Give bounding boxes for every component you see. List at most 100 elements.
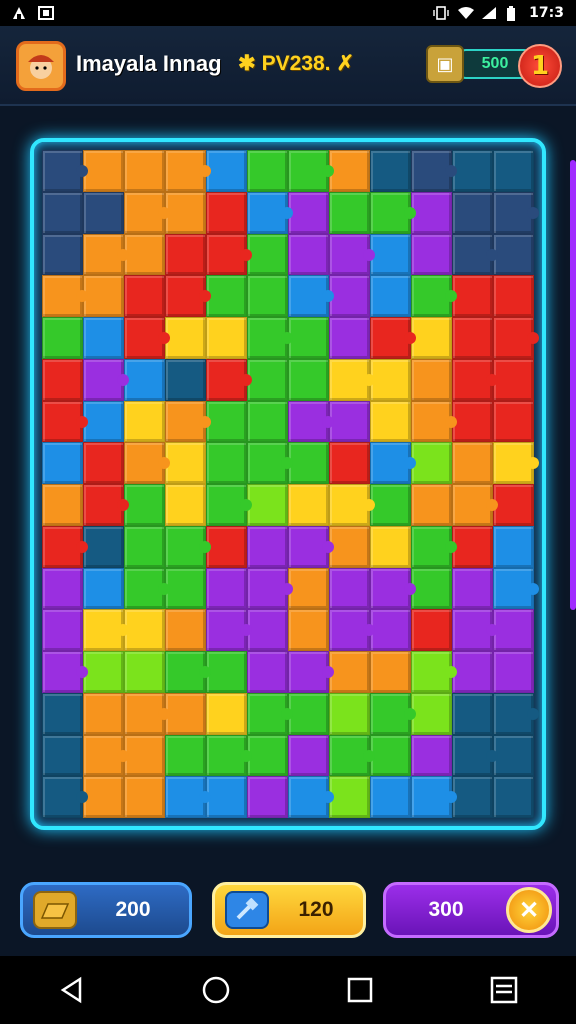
puzzle-piece[interactable] (411, 609, 452, 651)
puzzle-piece[interactable] (247, 400, 288, 443)
puzzle-piece[interactable] (124, 525, 165, 568)
recents-icon[interactable] (340, 970, 380, 1010)
level-badge[interactable]: 1 (518, 44, 562, 88)
puzzle-piece[interactable] (42, 609, 83, 651)
puzzle-piece[interactable] (247, 776, 288, 818)
puzzle-piece[interactable] (42, 358, 83, 401)
puzzle-piece[interactable] (206, 567, 247, 610)
puzzle-piece[interactable] (165, 442, 206, 484)
puzzle-piece[interactable] (288, 484, 329, 526)
puzzle-piece[interactable] (493, 776, 534, 818)
puzzle-piece[interactable] (493, 609, 534, 651)
puzzle-piece[interactable] (42, 233, 83, 276)
puzzle-piece[interactable] (124, 400, 165, 443)
puzzle-piece[interactable] (206, 525, 247, 568)
puzzle-piece[interactable] (288, 692, 329, 735)
puzzle-piece[interactable] (493, 734, 534, 777)
puzzle-piece[interactable] (370, 692, 416, 735)
puzzle-piece[interactable] (83, 734, 129, 777)
puzzle-piece[interactable] (370, 442, 416, 484)
puzzle-piece[interactable] (206, 692, 247, 735)
player-avatar[interactable] (16, 41, 66, 91)
puzzle-piece[interactable] (329, 567, 370, 610)
puzzle-piece[interactable] (124, 358, 165, 401)
puzzle-piece[interactable] (370, 191, 416, 234)
puzzle-piece[interactable] (370, 567, 416, 610)
puzzle-piece[interactable] (329, 651, 370, 693)
puzzle-piece[interactable] (329, 191, 370, 234)
puzzle-piece[interactable] (411, 442, 452, 484)
puzzle-piece[interactable] (452, 525, 493, 568)
puzzle-piece[interactable] (411, 191, 452, 234)
puzzle-piece[interactable] (493, 358, 534, 401)
puzzle-piece[interactable] (206, 734, 252, 777)
puzzle-piece[interactable] (329, 358, 375, 401)
puzzle-piece[interactable] (411, 567, 452, 610)
puzzle-piece[interactable] (329, 400, 370, 443)
puzzle-piece[interactable] (247, 692, 293, 735)
puzzle-piece[interactable] (370, 776, 411, 818)
puzzle-piece[interactable] (206, 609, 252, 651)
puzzle-piece[interactable] (452, 609, 498, 651)
puzzle-piece[interactable] (42, 484, 83, 526)
puzzle-piece[interactable] (452, 776, 493, 818)
puzzle-piece[interactable] (452, 484, 498, 526)
gems-button[interactable]: 300 ✕ (383, 882, 559, 938)
puzzle-piece[interactable] (452, 233, 498, 276)
puzzle-piece[interactable] (247, 233, 288, 276)
puzzle-piece[interactable] (452, 734, 498, 777)
puzzle-piece[interactable] (124, 191, 170, 234)
puzzle-piece[interactable] (165, 191, 206, 234)
puzzle-piece[interactable] (42, 191, 83, 234)
puzzle-piece[interactable] (411, 275, 457, 317)
puzzle-piece[interactable] (493, 525, 534, 568)
puzzle-piece[interactable] (452, 358, 498, 401)
puzzle-piece[interactable] (288, 776, 334, 818)
puzzle-piece[interactable] (42, 317, 83, 359)
puzzle-piece[interactable] (493, 651, 534, 693)
puzzle-piece[interactable] (452, 275, 493, 317)
puzzle-piece[interactable] (124, 317, 170, 359)
puzzle-piece[interactable] (42, 275, 88, 317)
puzzle-piece[interactable] (83, 317, 124, 359)
puzzle-piece[interactable] (329, 275, 370, 317)
puzzle-piece[interactable] (288, 525, 334, 568)
puzzle-piece[interactable] (370, 275, 411, 317)
puzzle-piece[interactable] (370, 734, 411, 777)
puzzle-piece[interactable] (288, 734, 329, 777)
puzzle-piece[interactable] (124, 275, 165, 317)
puzzle-piece[interactable] (165, 525, 211, 568)
puzzle-piece[interactable] (42, 734, 83, 777)
puzzle-piece[interactable] (165, 233, 206, 276)
puzzle-piece[interactable] (42, 776, 88, 818)
puzzle-piece[interactable] (83, 191, 124, 234)
puzzle-piece[interactable] (206, 776, 247, 818)
puzzle-piece[interactable] (493, 233, 534, 276)
puzzle-piece[interactable] (452, 400, 493, 443)
puzzle-piece[interactable] (124, 609, 165, 651)
puzzle-piece[interactable] (411, 776, 457, 818)
puzzle-piece[interactable] (124, 651, 165, 693)
puzzle-piece[interactable] (329, 317, 370, 359)
close-icon[interactable]: ✕ (506, 887, 552, 933)
puzzle-piece[interactable] (165, 567, 206, 610)
puzzle-piece[interactable] (124, 776, 165, 818)
puzzle-piece[interactable] (206, 191, 247, 234)
puzzle-piece[interactable] (206, 400, 247, 443)
puzzle-piece[interactable] (411, 233, 452, 276)
puzzle-piece[interactable] (370, 525, 411, 568)
back-icon[interactable] (52, 970, 92, 1010)
puzzle-piece[interactable] (370, 317, 416, 359)
puzzle-piece[interactable] (411, 525, 457, 568)
puzzle-piece[interactable] (42, 525, 88, 568)
puzzle-piece[interactable] (329, 150, 370, 192)
puzzle-piece[interactable] (206, 275, 247, 317)
puzzle-piece[interactable] (247, 734, 288, 777)
puzzle-piece[interactable] (452, 651, 493, 693)
puzzle-piece[interactable] (493, 275, 534, 317)
puzzle-piece[interactable] (452, 191, 493, 234)
puzzle-piece[interactable] (83, 233, 129, 276)
puzzle-piece[interactable] (83, 442, 124, 484)
puzzle-piece[interactable] (165, 317, 206, 359)
puzzle-piece[interactable] (124, 567, 170, 610)
